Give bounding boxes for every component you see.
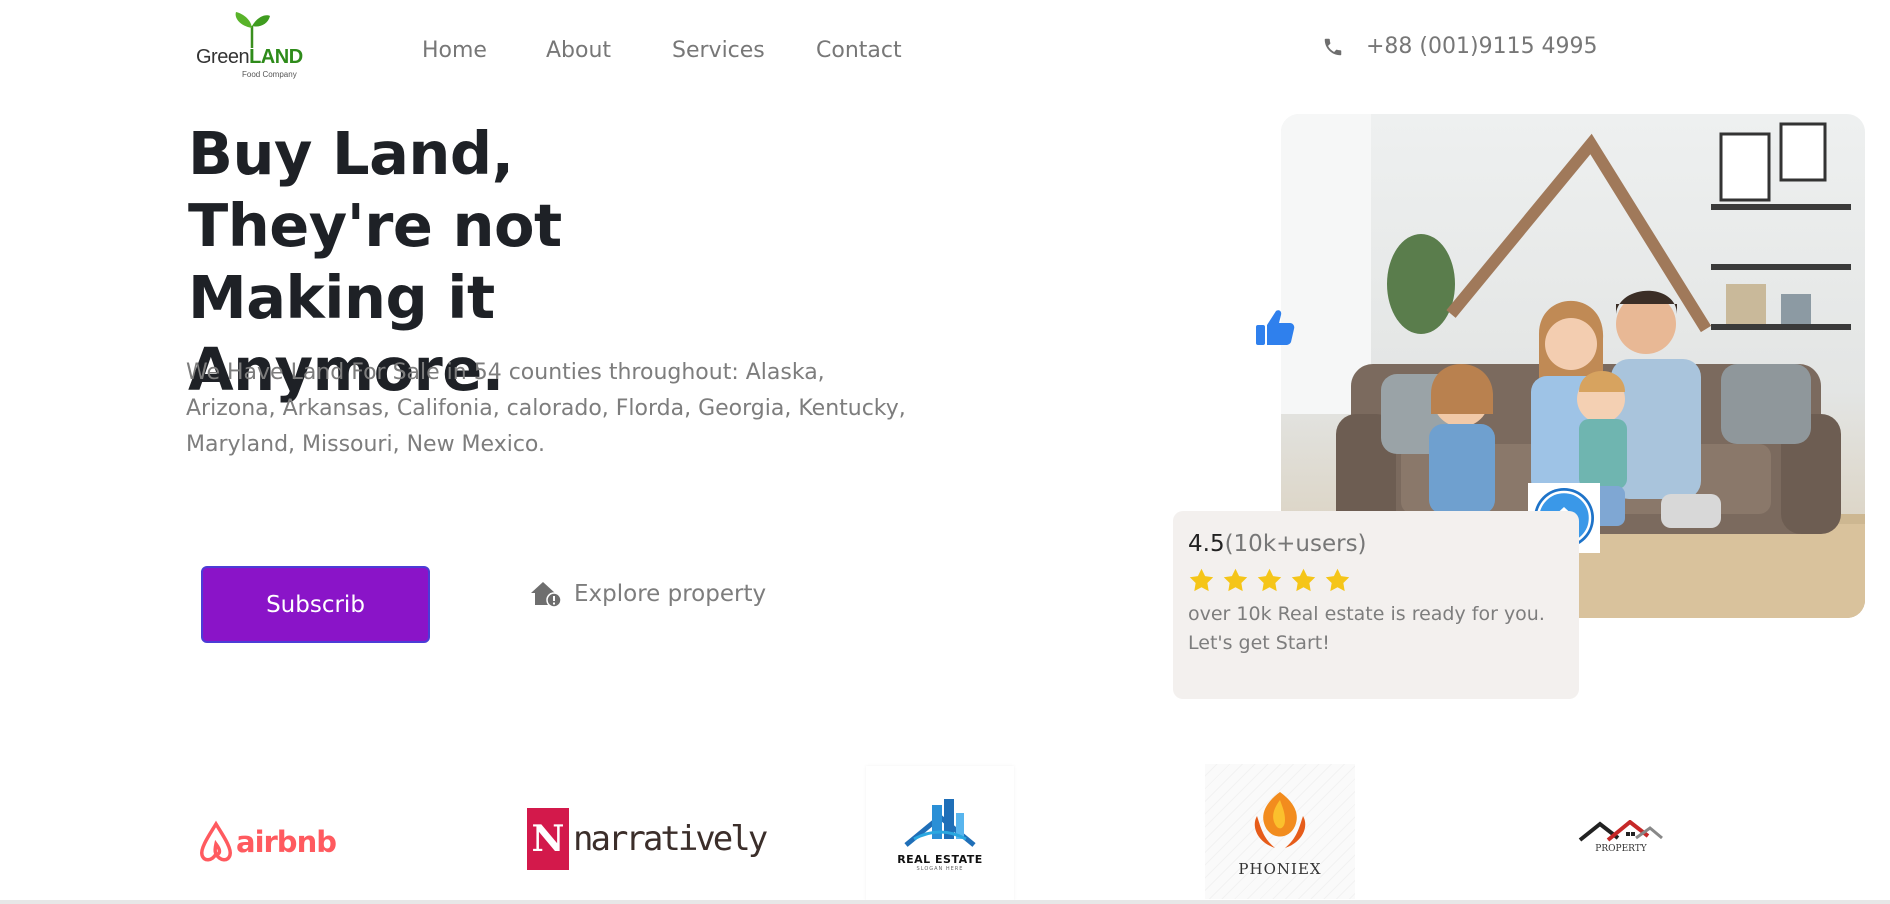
phoenix-icon: [1254, 791, 1306, 848]
house-info-icon: [531, 582, 562, 608]
star-icon: [1223, 568, 1248, 592]
bottom-divider: [0, 900, 1890, 904]
airbnb-icon: [200, 820, 232, 862]
explore-property-link[interactable]: Explore property: [530, 580, 766, 608]
star-icon: [1189, 568, 1214, 592]
sprout-icon: [235, 12, 270, 48]
phoenix-wordmark: PHONIEX: [1238, 859, 1322, 878]
real-estate-slogan: SLOGAN HERE: [916, 866, 964, 872]
narratively-logo[interactable]: N narratively: [527, 808, 768, 870]
real-estate-logo[interactable]: REAL ESTATE SLOGAN HERE: [866, 766, 1014, 901]
narratively-mark: N: [527, 808, 569, 870]
phone-number: +88 (001)9115 4995: [1366, 34, 1598, 59]
nav-services[interactable]: Services: [672, 38, 765, 63]
property-logo[interactable]: PROPERTY: [1578, 820, 1664, 854]
property-wordmark: PROPERTY: [1595, 844, 1647, 854]
explore-label: Explore property: [574, 581, 767, 607]
star-icon: [1291, 568, 1316, 592]
brand-name: GreenLAND: [196, 46, 303, 68]
rating-users: (10k+users): [1224, 531, 1367, 557]
phoenix-logo[interactable]: PHONIEX: [1205, 764, 1355, 899]
nav-contact[interactable]: Contact: [816, 38, 902, 63]
subscribe-button[interactable]: Subscrib: [201, 566, 430, 643]
phone-icon: [1324, 38, 1342, 55]
subscribe-label: Subscrib: [266, 591, 365, 618]
buildings-icon: [904, 799, 976, 847]
real-estate-title: REAL ESTATE: [897, 853, 983, 866]
airbnb-logo[interactable]: airbnb: [196, 820, 337, 864]
rating-card: 4.5(10k+users) over 10k Real estate is r…: [1173, 511, 1579, 699]
partner-logos: airbnb N narratively REAL ESTATE SLOGAN …: [0, 760, 1890, 904]
airbnb-wordmark: airbnb: [236, 825, 337, 859]
nav-about[interactable]: About: [546, 38, 611, 63]
hero-description: We Have Land For Sale in 54 counties thr…: [186, 360, 906, 457]
narratively-wordmark: narratively: [573, 819, 768, 859]
rating-score: 4.5: [1188, 531, 1225, 557]
phone-contact[interactable]: +88 (001)9115 4995: [1322, 34, 1598, 59]
brand-tagline: Food Company: [242, 70, 297, 79]
thumbs-up-icon: [1252, 305, 1298, 355]
brand-logo[interactable]: GreenLAND Food Company: [194, 10, 303, 80]
nav-home[interactable]: Home: [422, 38, 487, 63]
rating-stars: [1188, 567, 1564, 594]
rating-message: over 10k Real estate is ready for you. L…: [1188, 603, 1545, 654]
star-icon: [1257, 568, 1282, 592]
star-icon: [1325, 568, 1350, 592]
roof-icon: [1578, 820, 1663, 842]
